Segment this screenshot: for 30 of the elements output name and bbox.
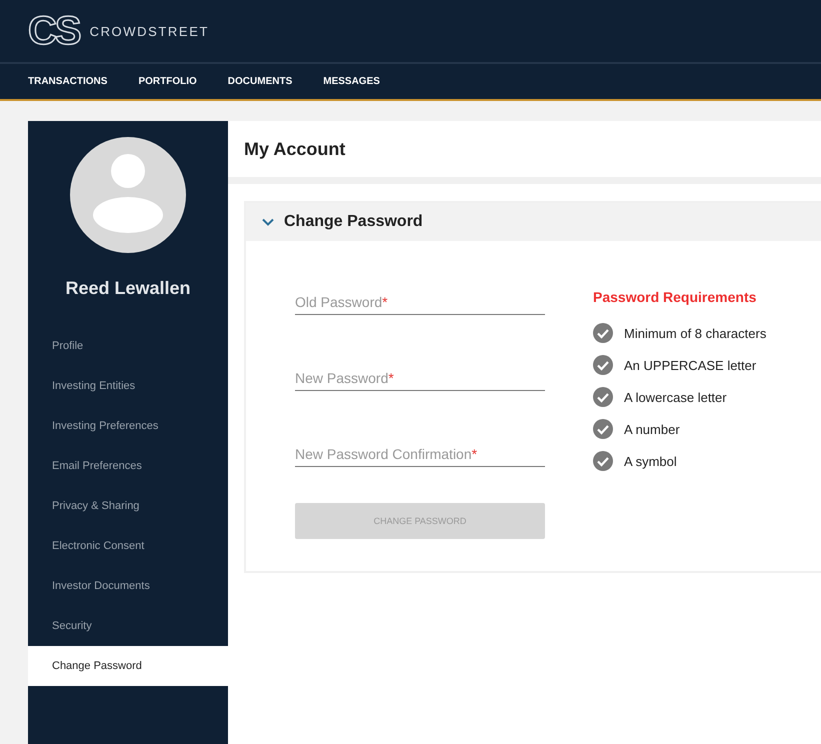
sidebar-item[interactable]: Investing Entities (28, 366, 228, 406)
chevron-icon[interactable] (262, 218, 274, 226)
requirement-text: A symbol (624, 454, 677, 468)
nav-link[interactable]: MESSAGES (323, 76, 380, 87)
requirement-text: A lowercase letter (624, 390, 727, 404)
nav-link[interactable]: PORTFOLIO (138, 76, 197, 87)
sidebar-item[interactable]: Profile (28, 326, 228, 366)
section-header[interactable]: Change Password (246, 203, 821, 241)
avatar-icon (70, 137, 186, 253)
requirement-text: An UPPERCASE letter (624, 358, 756, 372)
sidebar-item[interactable]: Email Preferences (28, 446, 228, 486)
sidebar-item[interactable]: Security (28, 606, 228, 646)
requirement-text: A number (624, 422, 680, 436)
logo[interactable]: CS (28, 11, 80, 51)
sidebar-item[interactable]: Investing Preferences (28, 406, 228, 446)
sidebar-item[interactable]: Electronic Consent (28, 526, 228, 566)
nav-link[interactable]: TRANSACTIONS (28, 76, 108, 87)
input-field[interactable]: New Password* (295, 359, 545, 391)
user-name: Reed Lewallen (65, 278, 191, 299)
input-field[interactable]: New Password Confirmation* (295, 435, 545, 467)
brand-name: CROWDSTREET (90, 24, 210, 38)
section-title: Change Password (284, 213, 423, 231)
sidebar-item[interactable]: Privacy & Sharing (28, 486, 228, 526)
sidebar-item[interactable]: Investor Documents (28, 566, 228, 606)
sidebar-item[interactable]: Change Password (28, 646, 228, 686)
page-title: My Account (243, 138, 346, 161)
requirement-text: Minimum of 8 characters (624, 326, 766, 340)
input-field[interactable]: Old Password* (295, 279, 545, 315)
nav-link[interactable]: DOCUMENTS (228, 76, 292, 87)
requirements-title: Password Requirements (593, 289, 758, 305)
